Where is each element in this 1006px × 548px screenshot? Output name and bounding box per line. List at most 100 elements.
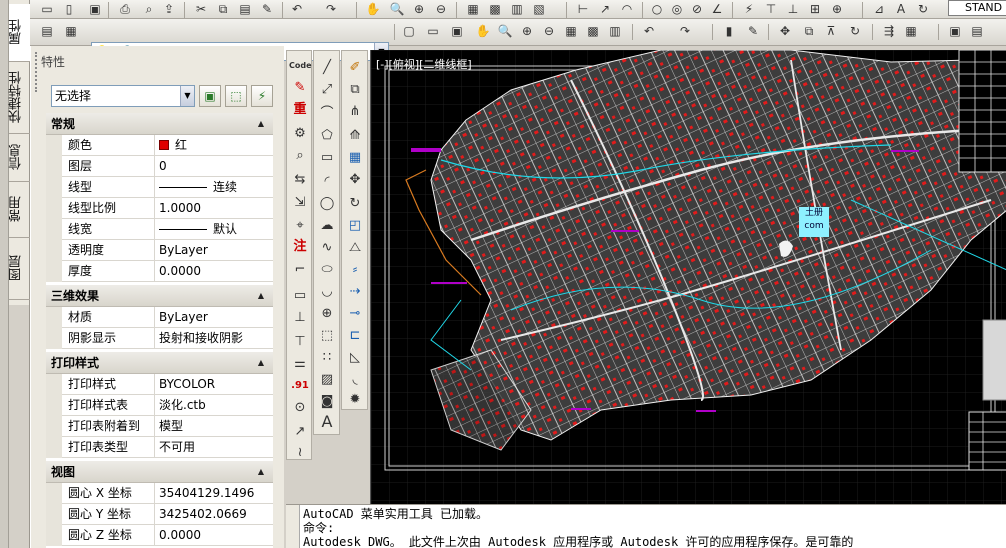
copy-icon[interactable]: ⧉: [214, 1, 232, 18]
collapse-icon[interactable]: ▲: [258, 461, 264, 483]
rectangle-icon[interactable]: ▭: [289, 287, 311, 305]
paste-icon[interactable]: ▤: [236, 1, 254, 18]
center-mark-icon[interactable]: ⊕: [828, 1, 846, 18]
property-value[interactable]: 0: [154, 156, 273, 177]
make-block-icon[interactable]: ▤: [968, 23, 986, 40]
diameter-icon[interactable]: ⊘: [688, 1, 706, 18]
property-value[interactable]: 35404129.1496: [154, 483, 273, 504]
redo-icon[interactable]: ↷: [322, 1, 340, 18]
drawing-viewport[interactable]: [-][俯视][二维线框] 土册 com: [370, 50, 1006, 504]
rotate-icon[interactable]: ↻: [846, 23, 864, 40]
heavy-text-icon[interactable]: 重: [289, 101, 311, 119]
zoom-window-icon[interactable]: ⊕: [410, 1, 428, 18]
scale-icon[interactable]: ⇲: [289, 194, 311, 212]
zoom-object-icon[interactable]: ⌕: [289, 147, 311, 165]
property-row[interactable]: 打印表类型 不可用: [46, 437, 273, 458]
properties-icon[interactable]: ▦: [562, 23, 580, 40]
mirror-icon[interactable]: ⋔: [344, 103, 366, 121]
text-style-combo[interactable]: STAND: [948, 0, 1006, 16]
property-row[interactable]: 打印样式 BYCOLOR: [46, 374, 273, 395]
continue-icon[interactable]: ⊥: [784, 1, 802, 18]
quick-dimension-icon[interactable]: ⚡: [740, 1, 758, 18]
scale-icon[interactable]: ◰: [344, 217, 366, 235]
arc-icon[interactable]: ◜: [316, 173, 338, 191]
quick-select-icon[interactable]: ⚡: [251, 85, 273, 107]
chamfer-icon[interactable]: ◺: [344, 349, 366, 367]
move-icon[interactable]: ✥: [776, 23, 794, 40]
pan-icon[interactable]: ✋: [474, 23, 492, 40]
dimension-aligned-icon[interactable]: ↗: [596, 1, 614, 18]
polyline-icon[interactable]: ⌒: [316, 105, 338, 123]
property-row[interactable]: 材质 ByLayer: [46, 307, 273, 328]
property-row[interactable]: 圆心 Y 坐标 3425402.0669: [46, 504, 273, 525]
property-row[interactable]: 透明度 ByLayer: [46, 240, 273, 261]
toggle-pickadd-icon[interactable]: ▣: [199, 85, 221, 107]
zoom-previous-icon[interactable]: ⊖: [540, 23, 558, 40]
tab-quick-properties[interactable]: 快捷特性: [9, 62, 30, 134]
properties-icon[interactable]: ▦: [464, 1, 482, 18]
section-view[interactable]: 视图 ▲: [46, 461, 273, 483]
open-icon[interactable]: ▭: [424, 23, 442, 40]
redo-icon[interactable]: ↷: [676, 23, 694, 40]
pan-icon[interactable]: ✋: [364, 1, 382, 18]
property-value[interactable]: 连续: [154, 177, 273, 198]
property-value[interactable]: 3425402.0669: [154, 504, 273, 525]
insert-block-icon[interactable]: ⊕: [316, 305, 338, 323]
property-value[interactable]: 不可用: [154, 437, 273, 458]
extend-icon[interactable]: ⇢: [344, 283, 366, 301]
property-value[interactable]: 红: [154, 135, 273, 156]
break-at-point-icon[interactable]: ⊸: [344, 305, 366, 323]
array-icon[interactable]: ▦: [902, 23, 920, 40]
property-value[interactable]: 0.0000: [154, 261, 273, 282]
print-icon[interactable]: ⎙: [116, 1, 134, 18]
revision-cloud-icon[interactable]: ☁: [316, 217, 338, 235]
break-icon[interactable]: ⌐: [289, 261, 311, 279]
target-icon[interactable]: ⊙: [289, 399, 311, 417]
section-general[interactable]: 常规 ▲: [46, 113, 273, 135]
collapse-icon[interactable]: ▲: [258, 352, 264, 374]
zoom-window-icon[interactable]: ⊕: [518, 23, 536, 40]
block-attribute-icon[interactable]: ⚙: [289, 125, 311, 143]
property-row[interactable]: 打印表附着到 模型: [46, 416, 273, 437]
property-row[interactable]: 阴影显示 投射和接收阴影: [46, 328, 273, 349]
make-block-icon[interactable]: ⬚: [316, 327, 338, 345]
sheet-set-icon[interactable]: ▧: [530, 1, 548, 18]
stair-icon[interactable]: ⚌: [289, 355, 311, 373]
spring-icon[interactable]: ≀: [289, 444, 311, 462]
select-objects-icon[interactable]: ⬚: [225, 85, 247, 107]
zoom-realtime-icon[interactable]: 🔍: [388, 1, 406, 18]
code-icon[interactable]: Code: [289, 57, 312, 75]
rectangle-icon[interactable]: ▭: [316, 149, 338, 167]
array-icon[interactable]: ▦: [344, 149, 366, 167]
stretch-icon[interactable]: ⇆: [289, 171, 311, 189]
property-row[interactable]: 图层 0: [46, 156, 273, 177]
offset-icon[interactable]: ⟰: [344, 127, 366, 145]
property-row[interactable]: 圆心 X 坐标 35404129.1496: [46, 483, 273, 504]
dimension-update-icon[interactable]: ↻: [914, 1, 932, 18]
layer-manager-icon[interactable]: ▤: [38, 23, 56, 40]
copy-icon[interactable]: ⧉: [344, 81, 366, 99]
hatch-icon[interactable]: ▨: [316, 371, 338, 389]
property-value[interactable]: 1.0000: [154, 198, 273, 219]
property-row[interactable]: 厚度 0.0000: [46, 261, 273, 282]
spline-icon[interactable]: ∿: [316, 239, 338, 257]
property-value[interactable]: ByLayer: [154, 240, 273, 261]
tool-palettes-icon[interactable]: ▥: [508, 1, 526, 18]
make-current-icon[interactable]: ▦: [62, 23, 80, 40]
property-value[interactable]: ByLayer: [154, 307, 273, 328]
undo-icon[interactable]: ↶: [640, 23, 658, 40]
open-file-icon[interactable]: ▭: [38, 1, 56, 18]
property-value[interactable]: BYCOLOR: [154, 374, 273, 395]
mirror-icon[interactable]: ⊼: [822, 23, 840, 40]
tab-layers[interactable]: 图层: [9, 238, 30, 300]
radius-icon[interactable]: ◎: [668, 1, 686, 18]
collapse-icon[interactable]: ▲: [258, 113, 264, 135]
break-icon[interactable]: ⊏: [344, 327, 366, 345]
property-value[interactable]: 默认: [154, 219, 273, 240]
dimension-stack-icon[interactable]: ⊤: [289, 333, 311, 351]
offset-icon[interactable]: ⇶: [880, 23, 898, 40]
cut-icon[interactable]: ✂: [192, 1, 210, 18]
brush-icon[interactable]: ✎: [744, 23, 762, 40]
tolerance-icon[interactable]: ⊞: [806, 1, 824, 18]
design-center-icon[interactable]: ▩: [584, 23, 602, 40]
